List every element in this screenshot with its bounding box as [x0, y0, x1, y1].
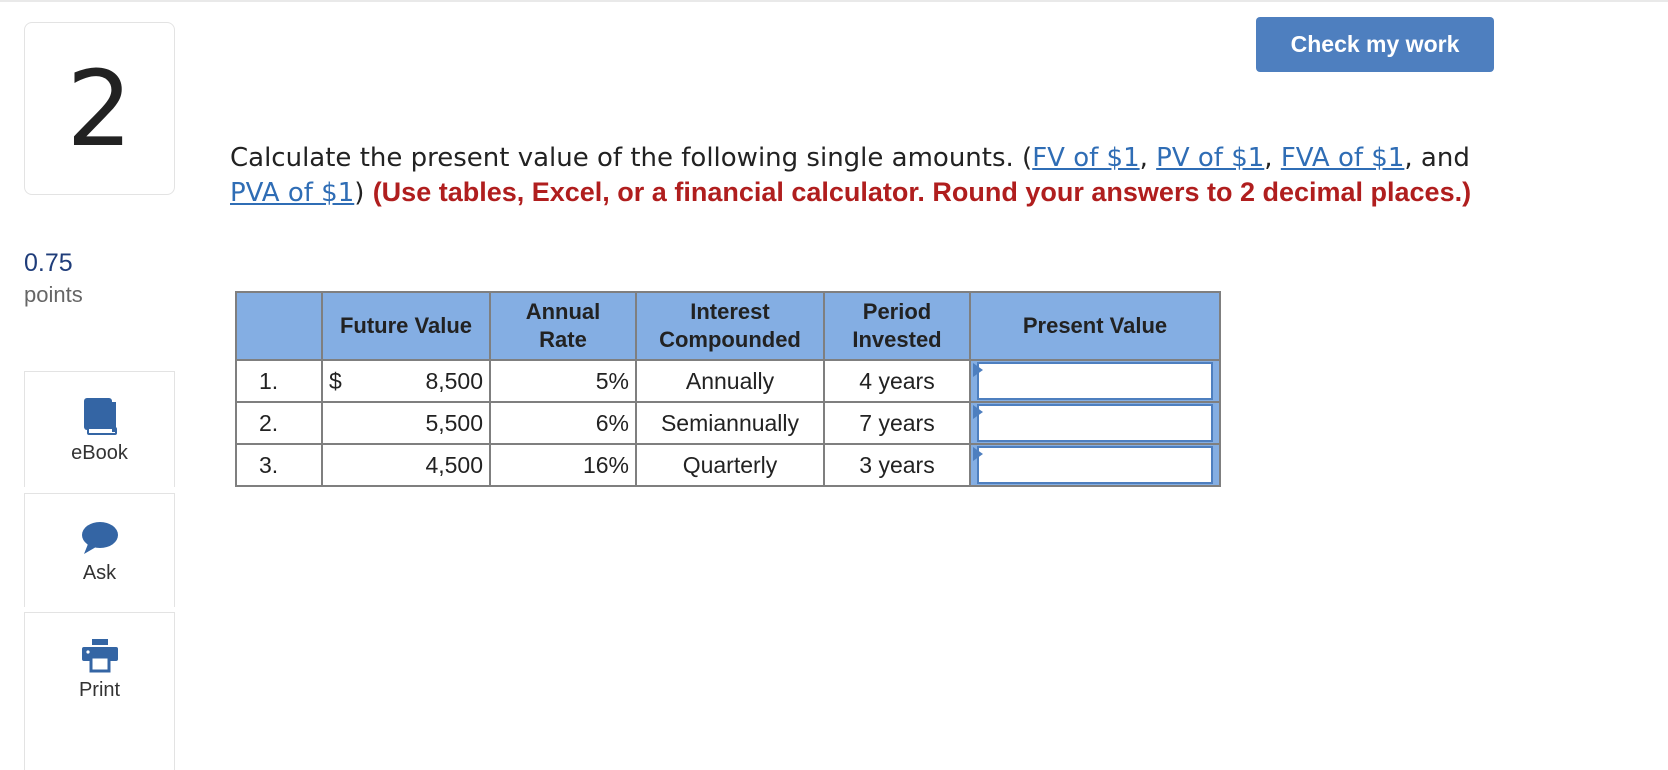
points-value: 0.75 — [24, 249, 73, 277]
future-value: 5,500 — [425, 409, 483, 436]
header-annual-rate-line2: Rate — [539, 327, 587, 352]
table-row: 1. $8,500 5% Annually 4 years — [235, 359, 1221, 403]
present-value-input-1[interactable] — [977, 362, 1213, 400]
future-value: 4,500 — [425, 451, 483, 478]
present-value-table: Future Value Annual Rate Interest Compound… — [235, 291, 1221, 487]
link-fva-of-1[interactable]: FVA of $1 — [1281, 143, 1405, 173]
header-period-line1: Period — [862, 299, 932, 324]
period-invested: 3 years — [823, 443, 971, 487]
row-number: 2. — [235, 401, 323, 445]
present-value-cell — [969, 443, 1221, 487]
header-interest-compounded: Interest Compounded — [635, 291, 825, 361]
link-pva-of-1[interactable]: PVA of $1 — [230, 178, 354, 208]
link-separator: , and — [1404, 143, 1470, 173]
interest-compounded: Semiannually — [635, 401, 825, 445]
link-fv-of-1[interactable]: FV of $1 — [1032, 143, 1139, 173]
points-label: points — [24, 282, 83, 307]
link-separator: , — [1139, 143, 1157, 173]
header-interest-line1: Interest — [690, 299, 770, 324]
present-value-input-2[interactable] — [977, 404, 1213, 442]
print-label: Print — [78, 679, 121, 701]
answer-flag-icon — [973, 363, 983, 377]
link-pv-of-1[interactable]: PV of $1 — [1156, 143, 1264, 173]
ask-button[interactable]: Ask — [24, 493, 175, 607]
header-annual-rate: Annual Rate — [489, 291, 637, 361]
header-annual-rate-line1: Annual — [525, 299, 601, 324]
ebook-label: eBook — [71, 442, 128, 464]
top-divider — [0, 0, 1668, 2]
header-blank — [235, 291, 323, 361]
table-row: 2. 5,500 6% Semiannually 7 years — [235, 401, 1221, 445]
answer-flag-icon — [973, 405, 983, 419]
print-button[interactable]: Print — [24, 612, 175, 770]
table-row: 3. 4,500 16% Quarterly 3 years — [235, 443, 1221, 487]
question-close-paren: ) — [354, 178, 373, 208]
header-interest-line2: Compounded — [659, 327, 801, 352]
header-present-value-text: Present Value — [1022, 313, 1168, 338]
ask-label: Ask — [82, 562, 117, 584]
question-number: 2 — [24, 22, 175, 195]
header-present-value: Present Value — [969, 291, 1221, 361]
header-period-line2: Invested — [852, 327, 942, 352]
book-icon — [83, 398, 117, 435]
present-value-cell — [969, 359, 1221, 403]
annual-rate: 5% — [489, 359, 637, 403]
currency-symbol: $ — [329, 367, 342, 394]
interest-compounded: Quarterly — [635, 443, 825, 487]
row-number: 1. — [235, 359, 323, 403]
present-value-cell — [969, 401, 1221, 445]
question-instruction: (Use tables, Excel, or a financial calcu… — [372, 177, 1472, 207]
check-my-work-button[interactable]: Check my work — [1256, 17, 1494, 72]
annual-rate: 6% — [489, 401, 637, 445]
interest-compounded: Annually — [635, 359, 825, 403]
period-invested: 7 years — [823, 401, 971, 445]
future-value-cell: 4,500 — [321, 443, 491, 487]
header-future-value: Future Value — [321, 291, 491, 361]
ebook-button[interactable]: eBook — [24, 371, 175, 487]
future-value: 8,500 — [425, 367, 483, 394]
header-future-value-text: Future Value — [339, 313, 473, 338]
future-value-cell: $8,500 — [321, 359, 491, 403]
annual-rate: 16% — [489, 443, 637, 487]
printer-icon — [81, 639, 118, 673]
header-period-invested: Period Invested — [823, 291, 971, 361]
answer-flag-icon — [973, 447, 983, 461]
table-header-row: Future Value Annual Rate Interest Compound… — [235, 291, 1221, 361]
link-separator: , — [1264, 143, 1281, 173]
present-value-input-3[interactable] — [977, 446, 1213, 484]
future-value-cell: 5,500 — [321, 401, 491, 445]
row-number: 3. — [235, 443, 323, 487]
period-invested: 4 years — [823, 359, 971, 403]
question-text: Calculate the present value of the follo… — [230, 141, 1490, 210]
question-intro: Calculate the present value of the follo… — [230, 143, 1033, 173]
chat-bubble-icon — [81, 522, 118, 554]
